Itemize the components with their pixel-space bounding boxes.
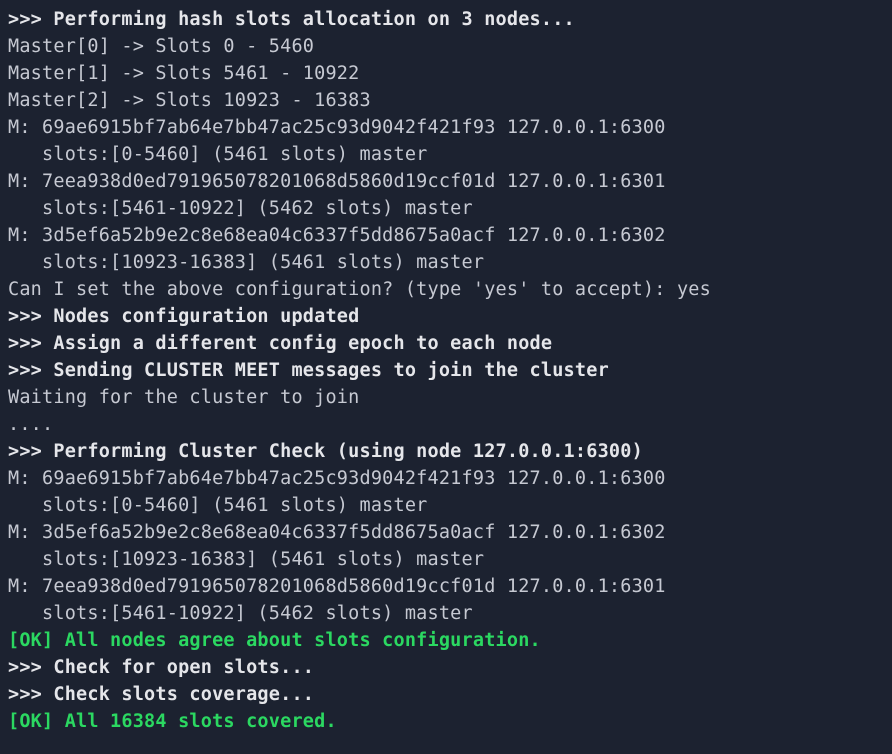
terminal-line: Waiting for the cluster to join	[8, 384, 884, 411]
terminal-line: >>> Nodes configuration updated	[8, 303, 884, 330]
terminal-line: M: 69ae6915bf7ab64e7bb47ac25c93d9042f421…	[8, 465, 884, 492]
terminal-line: slots:[10923-16383] (5461 slots) master	[8, 546, 884, 573]
terminal-line: Master[2] -> Slots 10923 - 16383	[8, 87, 884, 114]
terminal-line: Can I set the above configuration? (type…	[8, 276, 884, 303]
terminal-line: slots:[5461-10922] (5462 slots) master	[8, 600, 884, 627]
terminal-line: ....	[8, 411, 884, 438]
terminal-line: >>> Check for open slots...	[8, 654, 884, 681]
terminal-line: [OK] All 16384 slots covered.	[8, 708, 884, 735]
terminal-line: >>> Assign a different config epoch to e…	[8, 330, 884, 357]
terminal-line: >>> Performing hash slots allocation on …	[8, 6, 884, 33]
terminal-output: >>> Performing hash slots allocation on …	[0, 0, 892, 741]
terminal-line: slots:[10923-16383] (5461 slots) master	[8, 249, 884, 276]
terminal-line: M: 7eea938d0ed791965078201068d5860d19ccf…	[8, 168, 884, 195]
terminal-line: Master[0] -> Slots 0 - 5460	[8, 33, 884, 60]
terminal-line: M: 7eea938d0ed791965078201068d5860d19ccf…	[8, 573, 884, 600]
terminal-line: >>> Check slots coverage...	[8, 681, 884, 708]
terminal-line: slots:[0-5460] (5461 slots) master	[8, 492, 884, 519]
terminal-line: slots:[0-5460] (5461 slots) master	[8, 141, 884, 168]
terminal-line: >>> Sending CLUSTER MEET messages to joi…	[8, 357, 884, 384]
terminal-line: M: 3d5ef6a52b9e2c8e68ea04c6337f5dd8675a0…	[8, 519, 884, 546]
terminal-line: >>> Performing Cluster Check (using node…	[8, 438, 884, 465]
terminal-line: Master[1] -> Slots 5461 - 10922	[8, 60, 884, 87]
terminal-line: M: 3d5ef6a52b9e2c8e68ea04c6337f5dd8675a0…	[8, 222, 884, 249]
terminal-line: slots:[5461-10922] (5462 slots) master	[8, 195, 884, 222]
terminal-line: [OK] All nodes agree about slots configu…	[8, 627, 884, 654]
terminal-line: M: 69ae6915bf7ab64e7bb47ac25c93d9042f421…	[8, 114, 884, 141]
